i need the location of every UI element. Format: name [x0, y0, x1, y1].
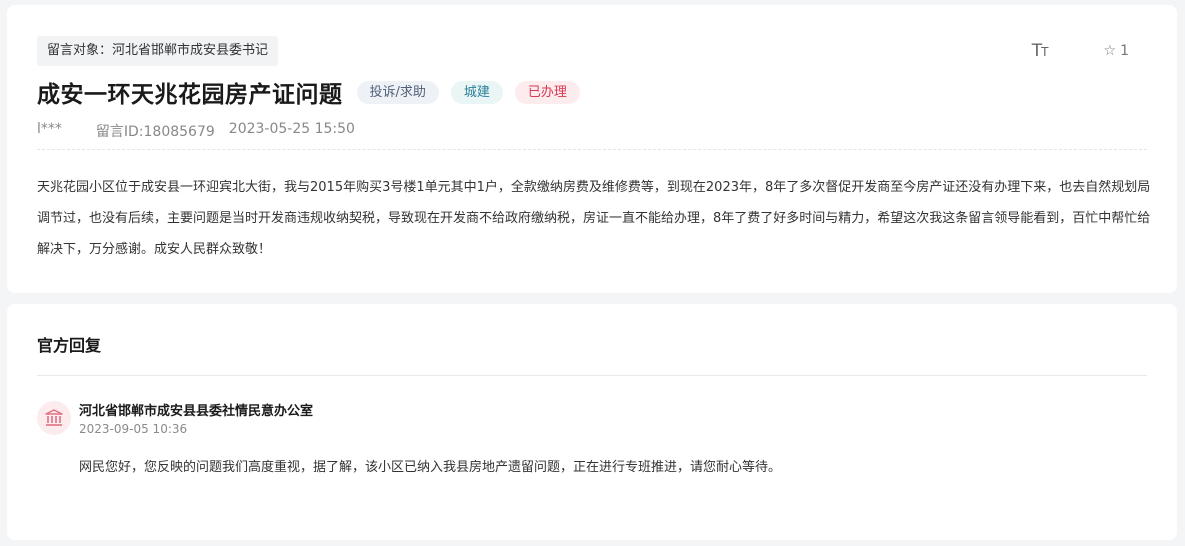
message-title: 成安一环天兆花园房产证问题	[37, 82, 343, 108]
status-badge: 已办理	[514, 80, 580, 104]
message-card: 留言对象：河北省邯郸市成安县委书记 TT ☆ 1 成安一环天兆花园房产证问题 投…	[7, 5, 1177, 293]
favorite-button[interactable]: ☆ 1	[1104, 43, 1129, 59]
reply-text: 网民您好，您反映的问题我们高度重视，据了解，该小区已纳入我县房地产遗留问题，正在…	[79, 460, 782, 475]
message-meta: l*** 留言ID:18085679 2023-05-25 15:50	[37, 121, 355, 141]
message-id: 留言ID:18085679	[95, 124, 215, 140]
author-name: l***	[37, 121, 62, 137]
reply-heading: 官方回复	[37, 336, 102, 355]
star-outline-icon: ☆	[1103, 43, 1117, 59]
avatar	[37, 401, 71, 435]
font-size-icon[interactable]: TT	[1032, 41, 1049, 61]
message-body: 天兆花园小区位于成安县一环迎宾北大街，我与2015年购买3号楼1单元其中1户，全…	[37, 180, 1151, 257]
message-target-tag: 留言对象：河北省邯郸市成安县委书记	[37, 36, 279, 66]
message-toolbar: TT ☆ 1	[1032, 41, 1129, 61]
government-building-icon	[45, 409, 63, 426]
title-row: 成安一环天兆花园房产证问题 投诉/求助 城建 已办理	[37, 75, 592, 109]
official-reply-card: 官方回复 河北省邯郸市成安县县委社情民意办公室 2023-09-05 10:36…	[7, 304, 1177, 540]
type-badge: 投诉/求助	[356, 80, 439, 104]
message-datetime: 2023-05-25 15:50	[228, 121, 355, 137]
category-badge: 城建	[450, 80, 503, 104]
divider	[37, 375, 1147, 376]
reply-org-name: 河北省邯郸市成安县县委社情民意办公室	[79, 404, 314, 419]
divider	[37, 149, 1147, 150]
star-count: 1	[1120, 43, 1129, 59]
reply-datetime: 2023-09-05 10:36	[79, 422, 188, 436]
